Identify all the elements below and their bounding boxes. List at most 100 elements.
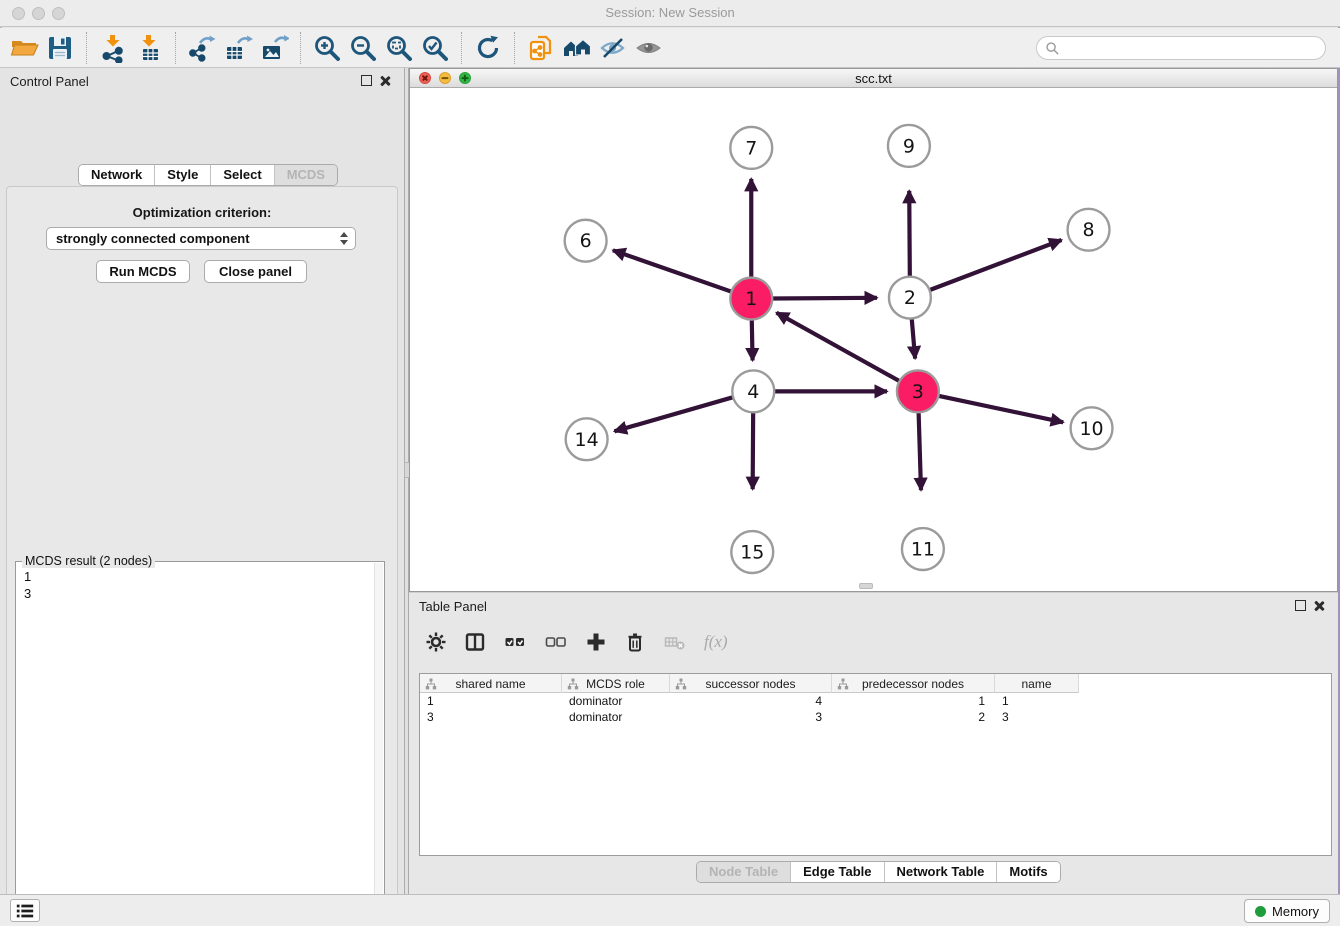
column-label: successor nodes [705, 677, 795, 691]
table-cell: dominator [562, 693, 670, 709]
import-network-button[interactable] [95, 31, 131, 65]
float-table-panel-icon[interactable] [1295, 600, 1306, 611]
table-settings-button[interactable] [425, 631, 447, 653]
result-scrollbar[interactable] [374, 563, 383, 926]
status-bar: Memory [0, 894, 1340, 926]
column-header-name[interactable]: name [995, 674, 1079, 693]
table-cell: 3 [995, 709, 1079, 725]
edge-3-11[interactable] [919, 412, 921, 490]
split-view-button[interactable] [464, 631, 486, 653]
tab-network-table[interactable]: Network Table [885, 862, 998, 882]
canvas-horizontal-scrollbar[interactable] [859, 583, 873, 589]
column-header-predecessor-nodes[interactable]: predecessor nodes [832, 674, 995, 693]
column-header-filler [1079, 674, 1331, 693]
table-row[interactable]: 1dominator411 [420, 693, 1331, 709]
edge-2-3[interactable] [912, 318, 915, 358]
column-header-successor-nodes[interactable]: successor nodes [670, 674, 832, 693]
table-cell: 1 [832, 693, 995, 709]
optimization-criterion-dropdown[interactable]: strongly connected component [46, 227, 356, 250]
fx-icon: f(x) [704, 632, 728, 652]
delete-column-button[interactable] [663, 631, 687, 653]
node-label-1: 1 [745, 288, 757, 310]
mcds-result-box[interactable]: MCDS result (2 nodes) 1 3 [15, 561, 385, 926]
node-label-8: 8 [1083, 219, 1095, 241]
table-row[interactable]: 3dominator323 [420, 709, 1331, 725]
edge-1-6[interactable] [613, 250, 732, 291]
zoom-fit-button[interactable] [381, 31, 417, 65]
tree-icon [425, 678, 437, 690]
tab-network[interactable]: Network [79, 165, 155, 185]
plus-icon [585, 631, 607, 653]
run-mcds-button[interactable]: Run MCDS [96, 260, 190, 283]
eye-slash-icon [598, 33, 628, 63]
open-session-button[interactable] [6, 31, 42, 65]
select-all-button[interactable] [503, 631, 527, 653]
toolbar-separator [461, 32, 462, 64]
tab-edge-table[interactable]: Edge Table [791, 862, 884, 882]
hide-panels-button[interactable] [595, 31, 631, 65]
float-panel-icon[interactable] [361, 75, 372, 86]
close-table-panel-icon[interactable] [1313, 600, 1325, 612]
network-canvas[interactable]: 7968124314101511 [410, 88, 1337, 591]
show-panels-button[interactable] [631, 31, 667, 65]
export-network-icon [187, 33, 217, 63]
session-home-button[interactable] [559, 31, 595, 65]
duplicate-network-button[interactable] [523, 31, 559, 65]
columns-icon [464, 631, 486, 653]
task-history-button[interactable] [10, 899, 40, 922]
edge-1-2[interactable] [772, 298, 877, 299]
unchecked-boxes-icon [544, 631, 568, 653]
column-header-shared-name[interactable]: shared name [420, 674, 562, 693]
save-session-button[interactable] [42, 31, 78, 65]
column-label: MCDS role [586, 677, 645, 691]
zoom-selected-button[interactable] [417, 31, 453, 65]
column-header-mcds-role[interactable]: MCDS role [562, 674, 670, 693]
delete-row-button[interactable] [624, 631, 646, 653]
memory-button[interactable]: Memory [1244, 899, 1330, 923]
zoom-out-button[interactable] [345, 31, 381, 65]
table-panel-title: Table Panel [419, 599, 487, 614]
edge-3-1[interactable] [777, 313, 900, 382]
node-label-2: 2 [904, 287, 916, 309]
export-table-button[interactable] [220, 31, 256, 65]
memory-label: Memory [1272, 904, 1319, 919]
table-cell: 1 [420, 693, 562, 709]
table-cell: 4 [670, 693, 832, 709]
add-column-button[interactable] [585, 631, 607, 653]
edge-4-14[interactable] [614, 397, 733, 431]
table-tabs: Node Table Edge Table Network Table Moti… [696, 861, 1061, 883]
zoom-in-icon [312, 33, 342, 63]
node-label-4: 4 [747, 381, 759, 403]
function-builder-button[interactable]: f(x) [704, 632, 728, 652]
tab-motifs[interactable]: Motifs [997, 862, 1059, 882]
tab-select[interactable]: Select [211, 165, 274, 185]
table-header-row: shared name MCDS role successor nodes pr… [420, 674, 1331, 693]
table-cell: dominator [562, 709, 670, 725]
tab-mcds[interactable]: MCDS [275, 165, 337, 185]
network-graph[interactable]: 7968124314101511 [410, 88, 1337, 591]
trash-icon [624, 631, 646, 653]
import-table-button[interactable] [131, 31, 167, 65]
edge-3-10[interactable] [938, 396, 1063, 423]
node-table: shared name MCDS role successor nodes pr… [419, 673, 1332, 856]
export-image-icon [259, 33, 289, 63]
close-panel-icon[interactable] [379, 75, 391, 87]
edge-2-9[interactable] [909, 191, 910, 277]
tab-node-table[interactable]: Node Table [697, 862, 791, 882]
tab-style[interactable]: Style [155, 165, 211, 185]
zoom-out-icon [348, 33, 378, 63]
export-image-button[interactable] [256, 31, 292, 65]
table-body: 1dominator4113dominator323 [420, 693, 1331, 725]
search-input[interactable] [1060, 38, 1325, 58]
node-label-9: 9 [903, 135, 915, 157]
control-panel-tabs: Network Style Select MCDS [78, 164, 338, 186]
edge-2-8[interactable] [929, 240, 1061, 290]
window-title: Session: New Session [0, 5, 1340, 20]
export-network-button[interactable] [184, 31, 220, 65]
close-panel-button[interactable]: Close panel [204, 260, 307, 283]
edge-1-4[interactable] [752, 320, 753, 361]
deselect-all-button[interactable] [544, 631, 568, 653]
save-floppy-icon [45, 33, 75, 63]
zoom-in-button[interactable] [309, 31, 345, 65]
refresh-button[interactable] [470, 31, 506, 65]
